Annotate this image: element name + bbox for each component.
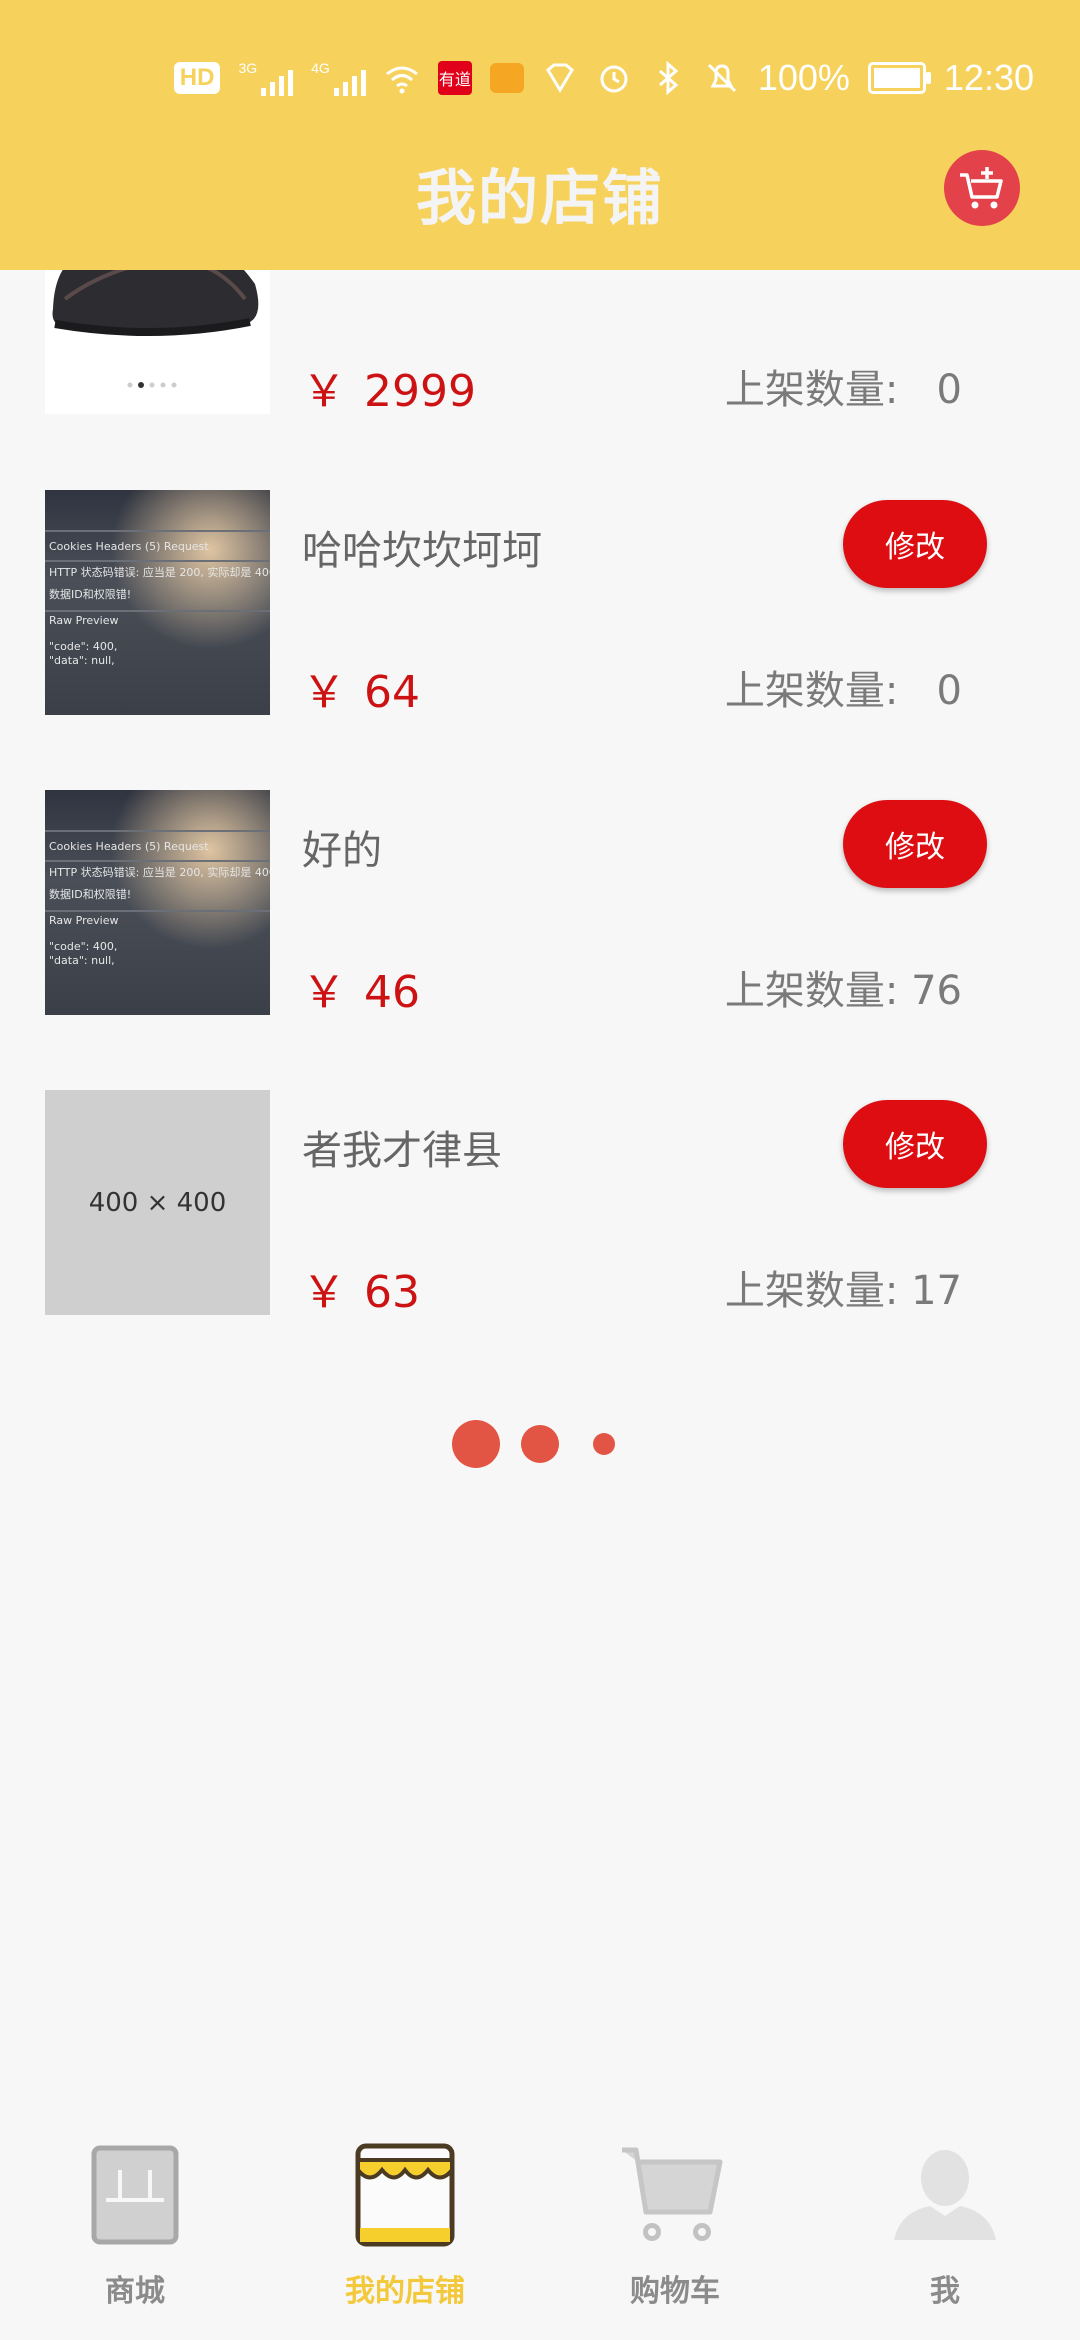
thumb-text: HTTP 状态码错误: 应当是 200, 实际却是 400 bbox=[49, 866, 270, 879]
stock-value: 0 bbox=[936, 668, 962, 714]
thumb-text: 数据ID和权限错! bbox=[49, 588, 132, 601]
loading-dot bbox=[521, 1425, 559, 1463]
battery-icon bbox=[867, 62, 931, 94]
user-icon bbox=[894, 2150, 996, 2240]
net-3g-label: 3G bbox=[238, 60, 258, 76]
status-bar: HD 3G 4G 有道 100% 12:30 bbox=[173, 52, 1034, 104]
edit-button[interactable]: 修改 bbox=[843, 800, 987, 888]
mute-bell-icon bbox=[707, 63, 736, 93]
bluetooth-icon bbox=[658, 60, 679, 96]
heart-shield-icon bbox=[545, 63, 574, 93]
loading-indicator bbox=[0, 1420, 1080, 1480]
product-name: 哈哈坎坎坷坷 bbox=[302, 528, 542, 574]
app-header: HD 3G 4G 有道 100% 12:30 我的店铺 bbox=[0, 0, 1080, 270]
product-item[interactable]: Cookies Headers (5) Request HTTP 状态码错误: … bbox=[0, 790, 1080, 1018]
stock-quantity: 上架数量: 0 bbox=[725, 658, 962, 716]
stock-label: 上架数量: bbox=[724, 668, 899, 714]
stock-value: 0 bbox=[936, 367, 962, 413]
thumb-text: "code": 400, bbox=[49, 640, 118, 653]
stock-quantity: 上架数量: 0 bbox=[725, 357, 962, 415]
tab-label: 商城 bbox=[105, 2274, 165, 2309]
product-name: 好的 bbox=[302, 828, 382, 874]
my-shop-icon bbox=[355, 2143, 455, 2247]
thumb-text: "data": null, bbox=[49, 954, 115, 967]
loading-dot bbox=[452, 1420, 500, 1468]
price-value: 63 bbox=[364, 1267, 420, 1318]
stock-label: 上架数量: bbox=[724, 968, 899, 1014]
reader-app-icon bbox=[489, 63, 524, 93]
product-image-placeholder[interactable]: 400 × 400 bbox=[45, 1090, 270, 1315]
cart-add-icon bbox=[960, 167, 1003, 209]
edit-button[interactable]: 修改 bbox=[843, 1100, 987, 1188]
alarm-icon bbox=[600, 65, 628, 93]
product-image[interactable]: Cookies Headers (5) Request HTTP 状态码错误: … bbox=[45, 790, 270, 1015]
bottom-tab-bar: 商城 我的店铺 购物车 我 bbox=[0, 2120, 1080, 2340]
thumb-text: Raw Preview bbox=[49, 614, 119, 627]
product-name: 者我才律县 bbox=[302, 1128, 502, 1174]
signal-3g-icon: 3G bbox=[238, 60, 294, 96]
net-4g-label: 4G bbox=[311, 60, 330, 76]
stock-value: 17 bbox=[911, 1268, 962, 1314]
store-icon bbox=[91, 2145, 179, 2245]
stock-quantity: 上架数量: 76 bbox=[725, 958, 962, 1016]
tab-label: 购物车 bbox=[630, 2274, 720, 2309]
price: ￥ 2999 bbox=[302, 355, 476, 419]
tab-store[interactable]: 商城 bbox=[0, 2120, 270, 2340]
thumb-text: Cookies Headers (5) Request bbox=[49, 840, 209, 853]
stock-quantity: 上架数量: 17 bbox=[725, 1258, 962, 1316]
wifi-icon bbox=[385, 66, 418, 94]
price-value: 46 bbox=[364, 967, 420, 1018]
thumb-text: "data": null, bbox=[49, 654, 115, 667]
tab-my-shop[interactable]: 我的店铺 bbox=[270, 2120, 540, 2340]
product-image[interactable]: Cookies Headers (5) Request HTTP 状态码错误: … bbox=[45, 490, 270, 715]
stock-label: 上架数量: bbox=[724, 367, 899, 413]
currency-symbol: ￥ bbox=[302, 667, 346, 718]
signal-4g-icon: 4G bbox=[311, 60, 366, 96]
thumb-text: "code": 400, bbox=[49, 940, 118, 953]
price: ￥ 46 bbox=[302, 956, 420, 1020]
stock-label: 上架数量: bbox=[724, 1268, 899, 1314]
tab-me[interactable]: 我 bbox=[810, 2120, 1080, 2340]
thumb-text: HTTP 状态码错误: 应当是 200, 实际却是 400 bbox=[49, 566, 270, 579]
tab-label: 我 bbox=[930, 2274, 960, 2309]
thumb-text: Raw Preview bbox=[49, 914, 119, 927]
tab-label: 我的店铺 bbox=[345, 2274, 465, 2309]
price: ￥ 63 bbox=[302, 1256, 420, 1320]
product-item[interactable]: Cookies Headers (5) Request HTTP 状态码错误: … bbox=[0, 490, 1080, 718]
youdao-app-icon: 有道 bbox=[437, 61, 472, 95]
clock: 12:30 bbox=[943, 57, 1034, 98]
thumb-text: 数据ID和权限错! bbox=[49, 888, 132, 901]
price-value: 64 bbox=[364, 667, 420, 718]
thumb-text: Cookies Headers (5) Request bbox=[49, 540, 209, 553]
currency-symbol: ￥ bbox=[302, 366, 346, 417]
currency-symbol: ￥ bbox=[302, 967, 346, 1018]
edit-button[interactable]: 修改 bbox=[843, 500, 987, 588]
page-title: 我的店铺 bbox=[416, 164, 664, 234]
price-value: 2999 bbox=[364, 366, 476, 417]
price: ￥ 64 bbox=[302, 656, 420, 720]
hd-badge: HD bbox=[173, 62, 221, 94]
cart-icon bbox=[622, 2147, 723, 2241]
add-product-button[interactable] bbox=[944, 150, 1020, 226]
product-item[interactable]: 400 × 400 者我才律县 修改 ￥ 63 上架数量: 17 bbox=[0, 1090, 1080, 1318]
loading-dot bbox=[593, 1433, 615, 1455]
tab-cart[interactable]: 购物车 bbox=[540, 2120, 810, 2340]
battery-percent: 100% bbox=[757, 57, 850, 98]
currency-symbol: ￥ bbox=[302, 1267, 346, 1318]
stock-value: 76 bbox=[911, 968, 962, 1014]
